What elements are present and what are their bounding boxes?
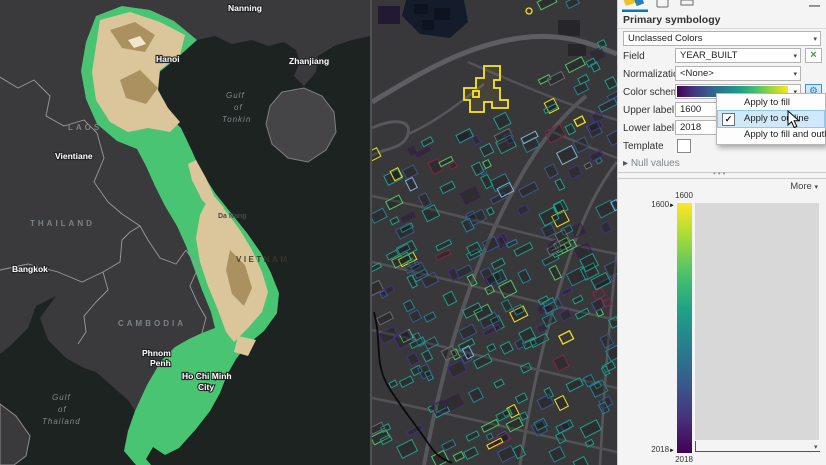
label-nanning: Nanning	[228, 3, 262, 13]
svg-text:of: of	[58, 405, 67, 414]
menu-item-apply-to-fill[interactable]: Apply to fill	[718, 95, 824, 111]
ramp-lower-tick[interactable]: 2018►	[638, 445, 675, 454]
catalog-tab-icon[interactable]	[680, 0, 694, 12]
normalization-select[interactable]: <None> ▾	[675, 66, 801, 81]
label-da-nang: Da Nang	[218, 213, 246, 220]
menu-item-apply-to-fill-and-outline[interactable]: Apply to fill and outline	[718, 127, 826, 143]
svg-text:Gulf: Gulf	[52, 393, 71, 402]
histogram-axis	[695, 451, 820, 452]
label-zhanjiang: Zhanjiang	[289, 56, 329, 66]
labeling-tab-icon[interactable]	[656, 0, 670, 12]
divider	[618, 178, 826, 179]
histogram-area[interactable]	[695, 203, 819, 440]
svg-text:Thailand: Thailand	[42, 417, 81, 426]
label-thailand: THAILAND	[30, 219, 95, 228]
svg-text:Ho Chi Minh: Ho Chi Minh	[182, 371, 232, 381]
label-laos: LAOS	[68, 123, 102, 132]
remove-x-icon: ×	[810, 49, 817, 61]
svg-text:of: of	[234, 103, 243, 112]
primary-symbology-tab[interactable]	[621, 0, 649, 12]
chevron-down-icon: ▾	[813, 36, 817, 43]
svg-text:Tonkin: Tonkin	[222, 115, 251, 124]
ramp-upper-tick[interactable]: 1600►	[638, 200, 675, 209]
panel-menu-button[interactable]: —	[809, 0, 820, 12]
panel-title: Primary symbology	[623, 14, 721, 26]
svg-text:Gulf: Gulf	[226, 91, 245, 100]
symbology-method-select[interactable]: Unclassed Colors ▾	[623, 31, 821, 46]
tick-arrow-icon: ►	[669, 448, 675, 454]
more-button[interactable]: More ▾	[790, 181, 818, 192]
axis-arrow-icon: ▾	[814, 444, 818, 451]
ramp-upper-value: 1600	[675, 191, 693, 200]
label-vietnam: VIETNAM	[236, 255, 290, 264]
template-label: Template	[623, 141, 664, 152]
svg-text:City: City	[198, 382, 214, 392]
checkmark-icon: ✓	[722, 113, 735, 126]
chevron-down-icon: ▾	[814, 184, 818, 191]
null-values-expander[interactable]: ▸ Null values	[623, 158, 680, 169]
label-cambodia: CAMBODIA	[118, 319, 186, 328]
mouse-cursor	[787, 110, 801, 129]
vertical-color-ramp[interactable]	[677, 203, 692, 453]
upper-label-label: Upper label	[623, 105, 675, 116]
chevron-down-icon: ▾	[793, 71, 797, 78]
svg-text:Phnom: Phnom	[142, 348, 171, 358]
vietnam-terrain-map[interactable]: Nanning Hanoi Zhanjiang Vientiane Bangko…	[0, 0, 370, 465]
label-bangkok: Bangkok	[12, 264, 48, 274]
template-checkbox[interactable]	[677, 139, 691, 153]
field-select[interactable]: YEAR_BUILT ▾	[675, 48, 801, 63]
ramp-lower-value: 2018	[675, 455, 693, 464]
histogram-axis-tick	[695, 441, 696, 451]
color-scheme-context-menu: Apply to fill ✓ Apply to outline Apply t…	[716, 93, 826, 145]
chevron-down-icon: ▾	[793, 53, 797, 60]
divider	[618, 28, 826, 29]
tick-arrow-icon: ►	[669, 203, 675, 209]
lower-label-label: Lower label	[623, 123, 675, 134]
app-window: Nanning Hanoi Zhanjiang Vientiane Bangko…	[0, 0, 826, 465]
symbology-panel: — Primary symbology Unclassed Colors ▾ F…	[617, 0, 826, 465]
city-buildings-map[interactable]	[372, 0, 617, 465]
menu-item-apply-to-outline[interactable]: ✓ Apply to outline	[717, 110, 825, 128]
chevron-right-icon: ▸	[623, 158, 629, 169]
svg-text:Penh: Penh	[150, 358, 171, 368]
label-vientiane: Vientiane	[55, 151, 93, 161]
splitter-grip[interactable]: •••	[713, 169, 727, 178]
label-hanoi: Hanoi	[156, 54, 180, 64]
field-label: Field	[623, 51, 645, 62]
remove-field-button[interactable]: ×	[805, 48, 822, 63]
